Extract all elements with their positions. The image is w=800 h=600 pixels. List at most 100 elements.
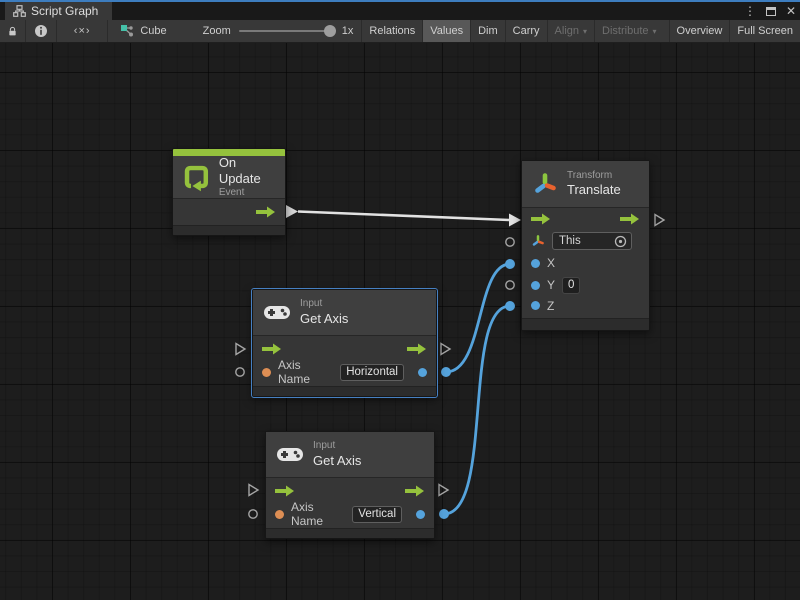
node-footer [173,225,285,235]
y-value-field[interactable]: 0 [562,277,580,294]
axis-name-row: Axis Name Horizontal [253,362,436,386]
zoom-slider-handle[interactable] [324,25,336,37]
flow-in-arrow-icon[interactable] [262,343,282,355]
port-getaxisv-flow-out[interactable] [439,485,448,496]
wire-vertical-to-z[interactable] [444,306,510,514]
window-focus-accent [0,0,800,2]
graph-node-icon [120,24,134,38]
z-port-label: Z [547,299,554,313]
graph-breadcrumb[interactable]: Cube [108,20,176,42]
overview-button[interactable]: Overview [669,20,730,42]
code-brackets-icon: ‹×› [74,25,91,37]
axis-name-label: Axis Name [291,500,345,528]
x-port-dot[interactable] [531,259,540,268]
graph-toolbar: ‹×› Cube Zoom 1x Relations Values Dim Ca… [0,20,800,43]
inspector-button[interactable] [26,20,57,42]
tab-bar: Script Graph ⋮ ✕ [0,2,800,20]
transform-axis-icon [531,234,545,248]
node-footer [253,386,436,396]
port-getaxish-flow-in[interactable] [236,344,245,355]
port-translate-target-in[interactable] [506,238,514,246]
graph-hierarchy-icon [13,5,26,17]
port-getaxisv-value-out[interactable] [439,509,449,519]
node-get-axis-horizontal[interactable]: Input Get Axis Axis Name Horizontal [252,289,437,397]
target-object-dropdown[interactable]: This [552,232,632,250]
chevron-down-icon: ▾ [583,27,587,36]
port-translate-flow-out[interactable] [655,215,664,226]
values-button[interactable]: Values [422,20,470,42]
port-getaxisv-name-in[interactable] [249,510,257,518]
value-out-port-dot[interactable] [418,368,427,377]
axis-name-row: Axis Name Vertical [266,504,434,528]
flow-row [173,199,285,225]
node-header: Input Get Axis [266,432,434,478]
node-header: Input Get Axis [253,290,436,336]
carry-button[interactable]: Carry [505,20,547,42]
loop-event-icon [183,162,210,192]
fullscreen-button[interactable]: Full Screen [729,20,800,42]
y-port-dot[interactable] [531,281,540,290]
wire-onupdate-to-translate[interactable] [298,212,509,221]
flow-out-arrow-icon[interactable] [407,343,427,355]
node-translate[interactable]: Transform Translate This [521,160,650,331]
info-icon [34,24,48,38]
distribute-dropdown[interactable]: Distribute ▾ [594,20,663,42]
zoom-label: Zoom [203,25,231,37]
script-graph-window: Script Graph ⋮ ✕ ‹×› [0,0,800,600]
node-get-axis-vertical[interactable]: Input Get Axis Axis Name Vertical [265,431,435,539]
node-category: Transform [567,170,621,183]
tab-script-graph[interactable]: Script Graph [5,2,112,20]
flow-in-arrow-icon[interactable] [275,485,295,497]
gamepad-icon [263,304,291,321]
flow-in-arrow-icon[interactable] [531,213,551,225]
node-title: On Update [219,155,275,188]
node-footer [522,318,649,330]
port-row-z: Z [522,296,649,318]
close-icon[interactable]: ✕ [786,2,796,20]
node-title: Translate [567,182,621,198]
toolbar-right-group: Relations Values Dim Carry Align ▾ Distr… [361,20,800,42]
port-getaxisv-flow-in[interactable] [249,485,258,496]
maximize-icon[interactable] [766,7,776,16]
flow-out-arrow-icon[interactable] [256,206,276,218]
chevron-down-icon: ▾ [653,27,657,36]
port-row-x: X [522,252,649,274]
relations-button[interactable]: Relations [361,20,422,42]
variables-button[interactable]: ‹×› [57,20,108,42]
flow-out-arrow-icon[interactable] [620,213,640,225]
node-on-update[interactable]: On Update Event [172,148,286,236]
z-port-dot[interactable] [531,301,540,310]
port-row-y: Y 0 [522,274,649,296]
port-getaxish-flow-out[interactable] [441,344,450,355]
graph-canvas[interactable]: On Update Event Transform Transl [0,43,800,600]
axis-name-port-dot[interactable] [262,368,271,377]
gamepad-icon [276,446,304,463]
lock-icon [8,25,17,38]
port-getaxish-value-out[interactable] [441,367,451,377]
lock-button[interactable] [0,20,26,42]
zoom-slider[interactable] [239,30,334,32]
port-getaxish-name-in[interactable] [236,368,244,376]
flow-out-arrow-icon[interactable] [405,485,425,497]
node-footer [266,528,434,538]
axis-name-field[interactable]: Vertical [352,506,402,523]
window-controls: ⋮ ✕ [744,2,796,20]
axis-name-field[interactable]: Horizontal [340,364,404,381]
breadcrumb-label: Cube [140,25,166,37]
port-onupdate-flow-out[interactable] [286,205,298,218]
value-out-port-dot[interactable] [416,510,425,519]
target-row: This [522,230,649,252]
axis-name-port-dot[interactable] [275,510,284,519]
node-title: Get Axis [300,311,348,327]
x-port-label: X [547,256,555,270]
object-picker-icon[interactable] [614,235,627,248]
wire-horizontal-to-x[interactable] [446,264,510,372]
wire-arrowhead [509,214,521,227]
align-dropdown[interactable]: Align ▾ [547,20,594,42]
axis-name-label: Axis Name [278,358,333,386]
kebab-menu-icon[interactable]: ⋮ [744,2,756,20]
port-translate-y-in[interactable] [506,281,514,289]
dim-button[interactable]: Dim [470,20,505,42]
node-header: On Update Event [173,156,285,199]
node-category: Input [313,440,361,453]
